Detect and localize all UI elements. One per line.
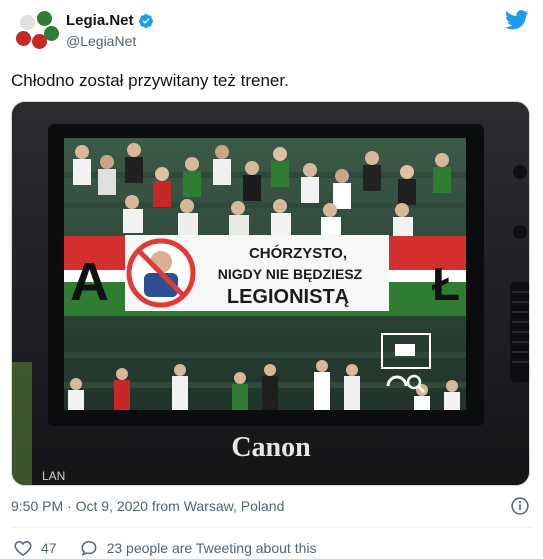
camera-port-label: LAN: [42, 469, 65, 483]
user-handle[interactable]: @LegiaNet: [66, 33, 154, 49]
tweet-photo[interactable]: A Ł CHÓRZYSTO, NIGDY NIE BĘDZIESZ LEGION…: [11, 101, 530, 486]
avatar[interactable]: [11, 7, 59, 55]
twitter-bird-icon[interactable]: [505, 10, 529, 30]
heart-icon: [14, 540, 32, 556]
tweet-text: Chłodno został przywitany też trener.: [11, 71, 289, 90]
like-count: 47: [41, 540, 57, 556]
info-icon[interactable]: [510, 496, 530, 516]
tweet-actions: 47 23 people are Tweeting about this: [13, 538, 338, 558]
banner-line-3: LEGIONISTĄ: [227, 286, 349, 308]
verified-badge-icon: [138, 13, 153, 28]
banner-big-letter-right: Ł: [432, 258, 460, 310]
user-info[interactable]: Legia.Net @LegiaNet: [66, 12, 154, 49]
like-button[interactable]: 47: [13, 538, 57, 558]
speech-bubble-icon: [81, 540, 96, 557]
divider: [11, 527, 532, 528]
conversation-text[interactable]: 23 people are Tweeting about this: [107, 540, 317, 556]
display-name[interactable]: Legia.Net: [66, 12, 134, 29]
conversation-link[interactable]: 23 people are Tweeting about this: [79, 538, 317, 558]
camera-brand-logo: Canon: [231, 432, 311, 463]
tweet-card: Legia.Net @LegiaNet Chłodno został przyw…: [0, 0, 543, 559]
banner-line-1: CHÓRZYSTO,: [249, 244, 347, 262]
camera-screen-photo: A Ł CHÓRZYSTO, NIGDY NIE BĘDZIESZ LEGION…: [12, 102, 529, 485]
tweet-timestamp[interactable]: 9:50 PM · Oct 9, 2020 from Warsaw, Polan…: [11, 498, 284, 514]
banner-line-2: NIGDY NIE BĘDZIESZ: [218, 266, 363, 282]
banner-big-letter-left: A: [70, 252, 109, 312]
